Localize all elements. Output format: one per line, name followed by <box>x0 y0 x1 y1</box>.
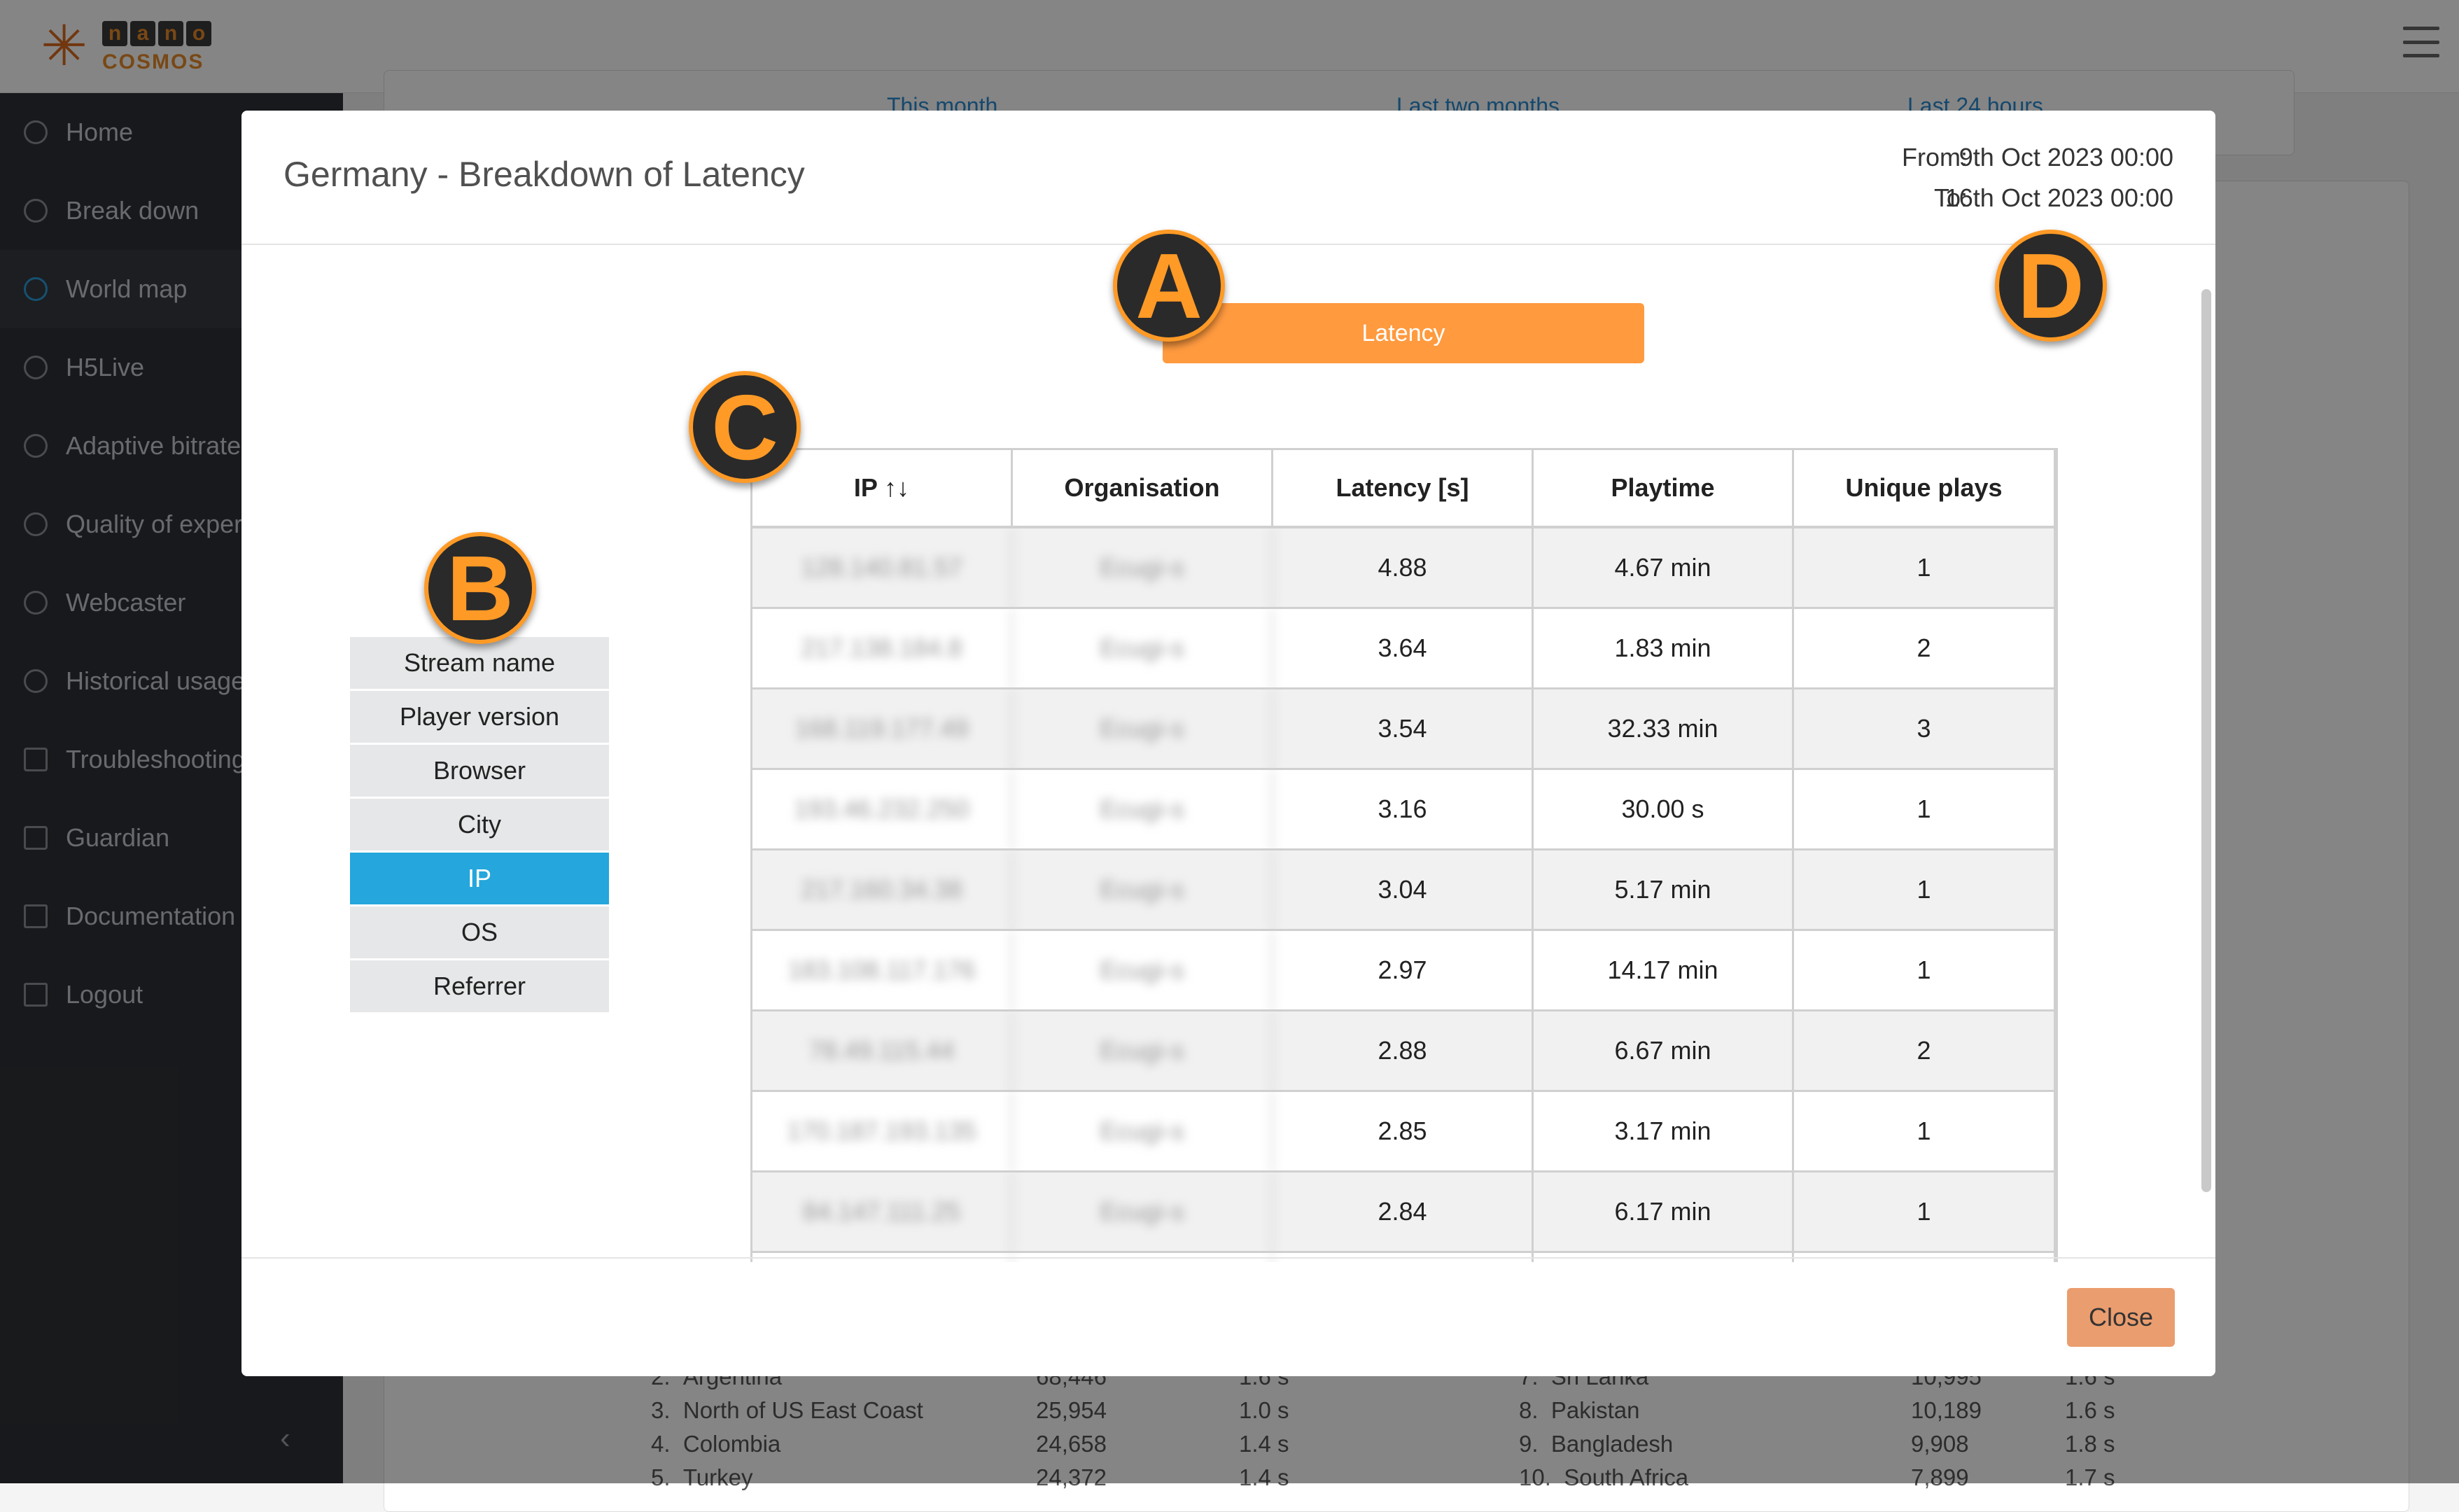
table-cell-playtime: 1.83 min <box>1534 609 1794 687</box>
callout-marker-a: A <box>1113 230 1225 342</box>
column-header-playtime: Playtime <box>1534 450 1794 528</box>
table-cell-latency: 4.88 <box>1273 528 1534 607</box>
table-cell-organisation: Ecugi-s <box>1013 528 1273 607</box>
table-cell-latency: 2.97 <box>1273 931 1534 1009</box>
table-cell-organisation: Ecugi-s <box>1013 1092 1273 1170</box>
table-cell-unique-plays: 1 <box>1794 770 2056 848</box>
table-cell-organisation: Ecugi-s <box>1013 770 1273 848</box>
table-cell-playtime: 4.67 min <box>1534 528 1794 607</box>
menu-item-stream-name[interactable]: Stream name <box>350 637 609 691</box>
table-cell-unique-plays: 2 <box>1794 609 2056 687</box>
table-row: 193.46.232.250 Ecugi-s 3.16 30.00 s1 <box>752 770 2056 850</box>
table-cell-ip: 217.138.184.8 <box>752 609 1013 687</box>
menu-item-ip[interactable]: IP <box>350 853 609 906</box>
table-cell-organisation: Ecugi-s <box>1013 609 1273 687</box>
table-cell-ip: 183.108.117.176 <box>752 931 1013 1009</box>
date-from-value: 9th Oct 2023 00:00 <box>1959 143 2173 172</box>
table-cell-unique-plays: 1 <box>1794 850 2056 929</box>
table-cell-latency: 2.84 <box>1273 1172 1534 1251</box>
table-cell-playtime: 6.67 min <box>1534 1011 1794 1090</box>
table-cell-ip: 168.119.177.49 <box>752 690 1013 768</box>
table-cell-unique-plays: 1 <box>1794 1092 2056 1170</box>
menu-item-player-version[interactable]: Player version <box>350 691 609 745</box>
table-row: 217.138.184.8 Ecugi-s 3.64 1.83 min 2 <box>752 609 2056 690</box>
table-cell-latency: 2.85 <box>1273 1092 1534 1170</box>
table-cell-organisation: Ecugi-s <box>1013 1172 1273 1251</box>
table-cell-playtime: 32.33 min <box>1534 690 1794 768</box>
table-cell-playtime: 6.17 min <box>1534 1172 1794 1251</box>
table-cell-unique-plays: 1 <box>1794 528 2056 607</box>
latency-metric-button[interactable]: Latency <box>1163 303 1644 363</box>
callout-marker-b: B <box>424 532 536 644</box>
table-cell-organisation: Ecugi-s <box>1013 690 1273 768</box>
column-header-organisation: Organisation <box>1013 450 1273 528</box>
table-cell-unique-plays: 2 <box>1794 1011 2056 1090</box>
table-cell-latency: 3.64 <box>1273 609 1534 687</box>
date-to-value: 16th Oct 2023 00:00 <box>1945 183 2173 212</box>
modal-footer-divider <box>241 1257 2215 1259</box>
table-row: 170.187.193.135 Ecugi-s 2.85 3.17 min 1 <box>752 1092 2056 1172</box>
table-cell-unique-plays: 1 <box>1794 931 2056 1009</box>
callout-marker-d: D <box>1995 230 2107 342</box>
table-cell-ip: 170.187.193.135 <box>752 1092 1013 1170</box>
menu-item-os[interactable]: OS <box>350 906 609 960</box>
table-cell-ip: 84.147.111.25 <box>752 1172 1013 1251</box>
table-cell-playtime: 14.17 min <box>1534 931 1794 1009</box>
column-header-latency: Latency [s] <box>1273 450 1534 528</box>
modal-header-divider <box>241 244 2215 245</box>
table-cell-latency: 3.04 <box>1273 850 1534 929</box>
breakdown-modal: Germany - Breakdown of Latency From: 9th… <box>241 111 2215 1376</box>
table-cell-playtime: 3.17 min <box>1534 1092 1794 1170</box>
table-cell-ip: 78.49.115.44 <box>752 1011 1013 1090</box>
table-row: 78.49.115.44 Ecugi-s 2.88 6.67 min 2 <box>752 1011 2056 1092</box>
close-button[interactable]: Close <box>2067 1288 2175 1347</box>
table-cell-ip: 217.160.34.38 <box>752 850 1013 929</box>
callout-marker-c: C <box>689 371 801 483</box>
table-cell-playtime: 30.00 s <box>1534 770 1794 848</box>
modal-title: Germany - Breakdown of Latency <box>283 155 805 194</box>
table-row: 217.160.34.38 Ecugi-s 3.04 5.17 min 1 <box>752 850 2056 931</box>
column-header-ip[interactable]: IP ↑↓ <box>752 450 1013 528</box>
table-cell-latency: 2.88 <box>1273 1011 1534 1090</box>
table-cell-organisation: Ecugi-s <box>1013 931 1273 1009</box>
table-cell-latency: 3.54 <box>1273 690 1534 768</box>
table-cell-unique-plays: 1 <box>1794 1172 2056 1251</box>
table-row: 168.119.177.49 Ecugi-s 3.54 32.33 min 3 <box>752 690 2056 770</box>
table-cell-organisation: Ecugi-s <box>1013 1011 1273 1090</box>
table-row: 84.147.111.25 Ecugi-s 2.84 6.17 min 1 <box>752 1172 2056 1253</box>
modal-scrollbar[interactable] <box>2201 289 2211 1192</box>
table-row: 128.140.81.57 Ecugi-s 4.88 4.67 min 1 <box>752 528 2056 609</box>
table-cell-latency: 3.16 <box>1273 770 1534 848</box>
table-cell-ip: 128.140.81.57 <box>752 528 1013 607</box>
menu-item-city[interactable]: City <box>350 799 609 853</box>
menu-item-referrer[interactable]: Referrer <box>350 960 609 1014</box>
table-row: 183.108.117.176 Ecugi-s 2.97 14.17 min 1 <box>752 931 2056 1011</box>
column-header-unique-plays: Unique plays <box>1794 450 2056 528</box>
menu-item-browser[interactable]: Browser <box>350 745 609 799</box>
table-cell-unique-plays: 3 <box>1794 690 2056 768</box>
table-cell-organisation: Ecugi-s <box>1013 850 1273 929</box>
table-cell-playtime: 5.17 min <box>1534 850 1794 929</box>
table-cell-ip: 193.46.232.250 <box>752 770 1013 848</box>
breakdown-table: IP ↑↓ Organisation Latency [s] Playtime Uniq… <box>750 448 2058 1262</box>
